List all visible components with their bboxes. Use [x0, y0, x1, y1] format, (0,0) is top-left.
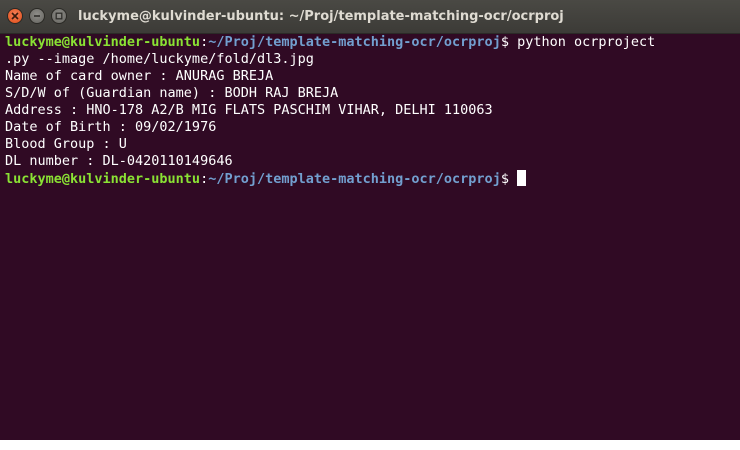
output-line: Blood Group : U [5, 136, 127, 152]
minimize-icon [33, 12, 41, 20]
close-button[interactable] [7, 8, 23, 24]
output-line: S/D/W of (Guardian name) : BODH RAJ BREJ… [5, 85, 339, 101]
prompt-colon: : [200, 171, 209, 187]
close-icon [11, 12, 19, 20]
output-line: DL number : DL-0420110149646 [5, 153, 233, 169]
title-bar[interactable]: luckyme@kulvinder-ubuntu: ~/Proj/templat… [0, 0, 740, 34]
output-line: Address : HNO-178 A2/B MIG FLATS PASCHIM… [5, 102, 493, 118]
prompt-colon: : [200, 34, 209, 50]
prompt-user: luckyme@kulvinder-ubuntu [5, 34, 201, 50]
prompt-symbol: $ [500, 171, 518, 187]
output-line: Date of Birth : 09/02/1976 [5, 119, 217, 135]
terminal-window: luckyme@kulvinder-ubuntu: ~/Proj/templat… [0, 0, 740, 450]
prompt-path: ~/Proj/template-matching-ocr/ocrproj [208, 171, 501, 187]
active-prompt-line[interactable]: luckyme@kulvinder-ubuntu:~/Proj/template… [5, 170, 735, 187]
maximize-icon [55, 12, 63, 20]
text-cursor [517, 170, 527, 186]
output-line: Name of card owner : ANURAG BREJA [5, 68, 274, 84]
scrollbar[interactable] [735, 34, 740, 440]
terminal-output[interactable]: luckyme@kulvinder-ubuntu:~/Proj/template… [0, 34, 735, 440]
prompt-user: luckyme@kulvinder-ubuntu [5, 171, 201, 187]
prompt-symbol: $ [500, 34, 518, 50]
window-title: luckyme@kulvinder-ubuntu: ~/Proj/templat… [78, 9, 564, 24]
command-line: luckyme@kulvinder-ubuntu:~/Proj/template… [5, 34, 735, 51]
minimize-button[interactable] [29, 8, 45, 24]
command-line-wrapped: .py --image /home/luckyme/fold/dl3.jpg [5, 51, 735, 68]
command-text-part2: .py --image /home/luckyme/fold/dl3.jpg [5, 51, 314, 67]
command-text-part1: python ocrproject [517, 34, 656, 50]
maximize-button[interactable] [51, 8, 67, 24]
prompt-path: ~/Proj/template-matching-ocr/ocrproj [208, 34, 501, 50]
window-bottom-edge [0, 440, 740, 450]
